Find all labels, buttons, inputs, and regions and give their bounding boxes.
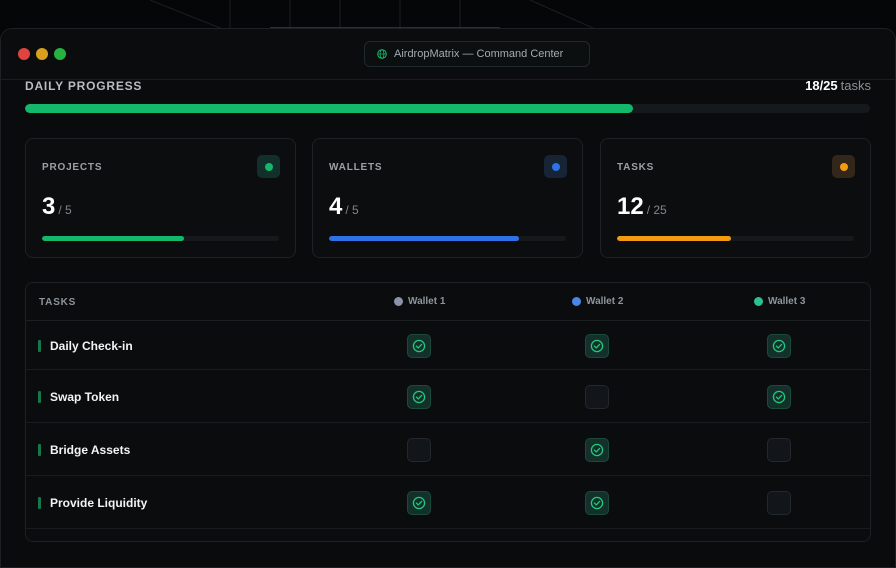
card-progress-bar xyxy=(329,236,566,241)
table-header: TASKS Wallet 1 Wallet 2 Wallet 3 xyxy=(26,283,870,321)
card-badge xyxy=(544,155,567,178)
task-checkbox-empty[interactable] xyxy=(585,385,609,409)
wallet-avatar-icon xyxy=(572,297,581,306)
task-checkbox-checked[interactable] xyxy=(407,385,431,409)
daily-progress-fill xyxy=(25,104,634,113)
task-marker xyxy=(38,444,41,456)
check-circle-icon xyxy=(412,390,426,404)
status-dot-icon xyxy=(551,162,560,171)
check-circle-icon xyxy=(590,339,604,353)
card-value-total: / 5 xyxy=(58,203,72,217)
card-progress-bar xyxy=(617,236,854,241)
stat-card-tasks: TASKS 12/ 25 xyxy=(600,138,871,258)
check-circle-icon xyxy=(412,496,426,510)
card-label: WALLETS xyxy=(329,162,383,173)
card-progress-fill xyxy=(329,236,519,241)
card-badge xyxy=(832,155,855,178)
maximize-window-button[interactable] xyxy=(54,48,66,60)
task-name: Bridge Assets xyxy=(50,443,131,457)
minimize-window-button[interactable] xyxy=(36,48,48,60)
wallet-name: Wallet 1 xyxy=(408,296,446,307)
card-value-total: / 25 xyxy=(646,203,667,217)
card-value-number: 12 xyxy=(617,193,644,220)
window-title-pill: AirdropMatrix — Command Center xyxy=(364,41,590,67)
check-circle-icon xyxy=(590,496,604,510)
title-bar: AirdropMatrix — Command Center xyxy=(1,29,895,80)
task-checkbox-empty[interactable] xyxy=(767,438,791,462)
daily-progress-count: 18/25 tasks xyxy=(805,78,871,93)
task-marker xyxy=(38,340,41,352)
table-body: Daily Check-in Swap Token Bridge Assets Pro… xyxy=(26,321,870,529)
task-matrix-table: TASKS Wallet 1 Wallet 2 Wallet 3 Daily C… xyxy=(25,282,871,542)
daily-progress-done: 18/25 xyxy=(805,78,838,93)
check-circle-icon xyxy=(590,443,604,457)
task-checkbox-checked[interactable] xyxy=(767,334,791,358)
card-progress-bar xyxy=(42,236,279,241)
wallet-avatar-icon xyxy=(394,297,403,306)
window-title: AirdropMatrix — Command Center xyxy=(394,48,564,60)
check-circle-icon xyxy=(412,339,426,353)
close-window-button[interactable] xyxy=(18,48,30,60)
card-value-total: / 5 xyxy=(345,203,359,217)
task-checkbox-empty[interactable] xyxy=(767,491,791,515)
task-marker xyxy=(38,391,41,403)
stat-card-wallets: WALLETS 4/ 5 xyxy=(312,138,583,258)
task-checkbox-checked[interactable] xyxy=(767,385,791,409)
task-checkbox-checked[interactable] xyxy=(585,334,609,358)
task-name: Provide Liquidity xyxy=(50,496,148,510)
task-marker xyxy=(38,497,41,509)
daily-progress-label: DAILY PROGRESS xyxy=(25,79,143,93)
card-progress-fill xyxy=(617,236,731,241)
globe-icon xyxy=(377,49,387,59)
task-checkbox-empty[interactable] xyxy=(407,438,431,462)
check-circle-icon xyxy=(772,390,786,404)
daily-progress-unit: tasks xyxy=(840,78,871,93)
wallet-column-header[interactable]: Wallet 2 xyxy=(572,296,623,307)
check-circle-icon xyxy=(772,339,786,353)
wallet-name: Wallet 2 xyxy=(586,296,624,307)
task-checkbox-checked[interactable] xyxy=(585,438,609,462)
table-row: Daily Check-in xyxy=(26,321,870,370)
status-dot-icon xyxy=(264,162,273,171)
card-value: 12/ 25 xyxy=(617,193,667,221)
card-value: 3/ 5 xyxy=(42,193,72,221)
task-checkbox-checked[interactable] xyxy=(585,491,609,515)
table-row: Swap Token xyxy=(26,370,870,423)
card-label: TASKS xyxy=(617,162,655,173)
wallet-column-header[interactable]: Wallet 3 xyxy=(754,296,805,307)
task-checkbox-checked[interactable] xyxy=(407,491,431,515)
table-row: Provide Liquidity xyxy=(26,476,870,529)
status-dot-icon xyxy=(839,162,848,171)
card-value-number: 4 xyxy=(329,193,343,220)
tasks-column-header: TASKS xyxy=(39,297,77,308)
task-checkbox-checked[interactable] xyxy=(407,334,431,358)
stat-card-projects: PROJECTS 3/ 5 xyxy=(25,138,296,258)
wallet-avatar-icon xyxy=(754,297,763,306)
card-badge xyxy=(257,155,280,178)
task-name: Daily Check-in xyxy=(50,339,133,353)
card-label: PROJECTS xyxy=(42,162,103,173)
wallet-name: Wallet 3 xyxy=(768,296,806,307)
wallet-column-header[interactable]: Wallet 1 xyxy=(394,296,445,307)
task-name: Swap Token xyxy=(50,390,120,404)
card-value-number: 3 xyxy=(42,193,56,220)
card-progress-fill xyxy=(42,236,185,241)
daily-progress-bar xyxy=(25,104,870,113)
card-value: 4/ 5 xyxy=(329,193,359,221)
table-row: Bridge Assets xyxy=(26,423,870,476)
